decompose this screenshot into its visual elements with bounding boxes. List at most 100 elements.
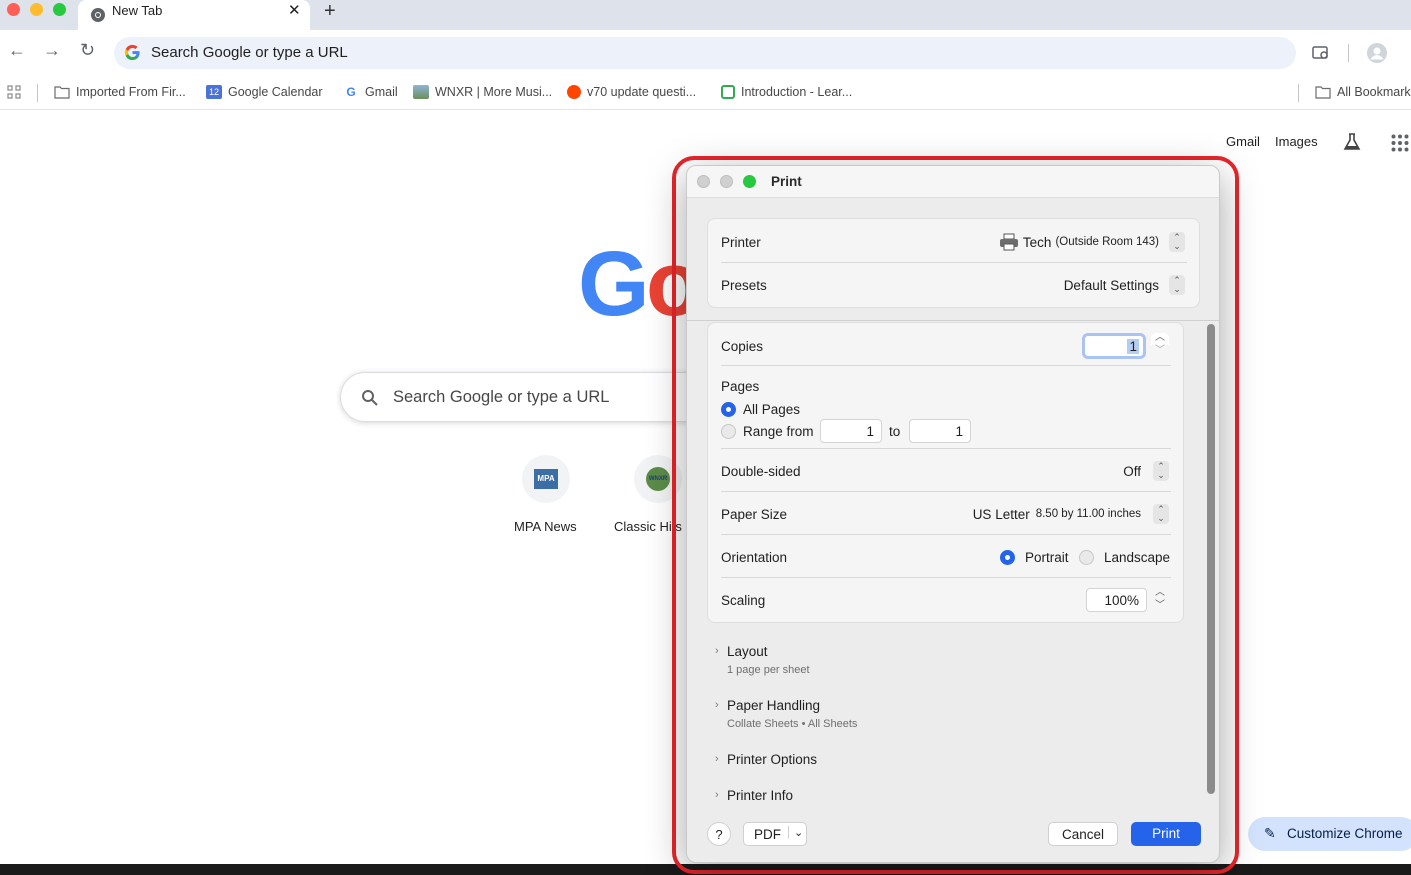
bookmark-imported[interactable]: Imported From Fir...	[54, 82, 186, 102]
print-dialog-title: Print	[771, 174, 802, 189]
divider	[721, 448, 1171, 449]
help-button[interactable]: ?	[707, 822, 731, 846]
pdf-menu-button[interactable]: PDF ⌄	[743, 822, 807, 846]
new-tab-button[interactable]: +	[324, 0, 336, 23]
landscape-label[interactable]: Landscape	[1104, 550, 1170, 565]
omnibox[interactable]: Search Google or type a URL	[114, 37, 1296, 69]
ntp-search-box[interactable]: Search Google or type a URL	[340, 372, 710, 422]
back-icon[interactable]: ←	[8, 40, 26, 61]
search-icon	[362, 390, 378, 406]
bookmarks-bar: Imported From Fir... 12 Google Calendar …	[0, 76, 1411, 110]
tab-new-tab[interactable]: New Tab ✕	[78, 0, 310, 30]
profile-avatar-icon[interactable]	[1366, 42, 1388, 64]
chevron-right-icon: ›	[715, 753, 719, 765]
tab-close-icon[interactable]: ✕	[288, 1, 301, 19]
reddit-icon	[567, 85, 581, 99]
bookmarks-divider	[37, 84, 38, 102]
copies-stepper[interactable]: ︿ ﹀	[1151, 333, 1169, 358]
bookmark-label: Gmail	[365, 85, 398, 99]
wnxr-icon	[413, 85, 429, 99]
all-pages-label[interactable]: All Pages	[743, 402, 800, 417]
copies-label: Copies	[721, 339, 764, 354]
scaling-field[interactable]: 100%	[1086, 588, 1147, 612]
google-apps-icon[interactable]	[1391, 134, 1409, 152]
zoom-window-button[interactable]	[53, 3, 66, 16]
stepper-down-icon[interactable]: ﹀	[1155, 601, 1165, 613]
reload-icon[interactable]: ↻	[80, 40, 95, 61]
mpa-icon: MPA	[534, 469, 558, 489]
chevron-updown-icon: ⌃ ⌄	[1153, 504, 1169, 524]
bookmark-label: Introduction - Lear...	[741, 85, 853, 99]
portrait-label[interactable]: Portrait	[1025, 550, 1069, 565]
bookmark-google-calendar[interactable]: 12 Google Calendar	[206, 82, 323, 102]
printer-select[interactable]: Tech (Outside Room 143) ⌃ ⌄	[999, 232, 1185, 252]
range-end-field[interactable]: 1	[909, 419, 971, 443]
settings-card: Copies 1 ︿ ﹀ Pages All Pages Range from …	[707, 322, 1184, 623]
toolbar-divider	[1348, 44, 1349, 62]
printer-icon	[999, 233, 1018, 251]
range-radio[interactable]	[721, 424, 736, 439]
customize-chrome-label: Customize Chrome	[1287, 826, 1403, 841]
divider	[721, 365, 1171, 366]
bookmark-wnxr[interactable]: WNXR | More Musi...	[413, 82, 552, 102]
dialog-scrollbar[interactable]	[1207, 324, 1215, 794]
bookmark-label: Imported From Fir...	[76, 85, 186, 99]
close-window-button[interactable]	[7, 3, 20, 16]
dialog-minimize-button[interactable]	[720, 175, 733, 188]
paper-size-label: Paper Size	[721, 507, 788, 522]
double-sided-select[interactable]: Off ⌃ ⌄	[1123, 461, 1169, 481]
gmail-link[interactable]: Gmail	[1226, 134, 1260, 149]
tab-search-icon[interactable]	[1312, 44, 1330, 62]
chevron-down-icon: ⌄	[788, 826, 803, 839]
stepper-up-icon[interactable]: ︿	[1155, 588, 1165, 600]
shortcut-mpa-news-tile[interactable]: MPA	[522, 455, 570, 503]
minimize-window-button[interactable]	[30, 3, 43, 16]
omnibox-text: Search Google or type a URL	[151, 44, 348, 61]
all-pages-radio[interactable]	[721, 402, 736, 417]
labs-flask-icon[interactable]	[1342, 132, 1362, 152]
shortcut-mpa-news-label[interactable]: MPA News	[514, 519, 577, 534]
chevron-right-icon: ›	[715, 645, 719, 657]
presets-label: Presets	[721, 278, 767, 293]
print-button[interactable]: Print	[1131, 822, 1201, 846]
stepper-down-icon[interactable]: ﹀	[1151, 346, 1169, 358]
double-sided-value: Off	[1123, 463, 1141, 479]
paper-size-select[interactable]: US Letter 8.50 by 11.00 inches ⌃ ⌄	[973, 504, 1169, 524]
range-from-label[interactable]: Range from	[743, 424, 814, 439]
bookmark-gmail[interactable]: G Gmail	[343, 82, 398, 102]
scaling-stepper[interactable]: ︿ ﹀	[1151, 588, 1169, 613]
divider	[721, 577, 1171, 578]
bookmark-label: WNXR | More Musi...	[435, 85, 553, 99]
chrome-icon	[91, 8, 105, 22]
tab-strip: New Tab ✕ +	[0, 0, 1411, 30]
section-subtitle: Collate Sheets • All Sheets	[727, 718, 858, 730]
dialog-zoom-button[interactable]	[743, 175, 756, 188]
chevron-right-icon: ›	[715, 699, 719, 711]
stepper-up-icon[interactable]: ︿	[1151, 333, 1169, 345]
range-start-field[interactable]: 1	[820, 419, 882, 443]
apps-grid-icon[interactable]	[7, 85, 21, 99]
paper-size-value: US Letter	[972, 506, 1030, 522]
divider	[721, 262, 1187, 263]
section-subtitle: 1 page per sheet	[727, 664, 810, 676]
paper-size-dims: 8.50 by 11.00 inches	[1035, 508, 1141, 520]
copies-value: 1	[1127, 339, 1139, 354]
double-sided-label: Double-sided	[721, 464, 801, 479]
bookmark-v70[interactable]: v70 update questi...	[567, 82, 696, 102]
bookmark-label: Google Calendar	[228, 85, 323, 99]
cancel-button[interactable]: Cancel	[1048, 822, 1118, 846]
dialog-close-button[interactable]	[697, 175, 710, 188]
divider	[721, 534, 1171, 535]
bookmark-introduction[interactable]: Introduction - Lear...	[721, 82, 852, 102]
presets-select[interactable]: Default Settings ⌃ ⌄	[1064, 275, 1185, 295]
section-title: Paper Handling	[727, 698, 821, 713]
section-title: Printer Info	[727, 788, 794, 803]
all-bookmarks[interactable]: All Bookmark	[1315, 82, 1411, 102]
chevron-updown-icon: ⌃ ⌄	[1169, 232, 1185, 252]
customize-chrome-button[interactable]: ✎ Customize Chrome	[1248, 817, 1411, 851]
portrait-radio[interactable]	[1000, 550, 1015, 565]
landscape-radio[interactable]	[1079, 550, 1094, 565]
images-link[interactable]: Images	[1275, 134, 1318, 149]
copies-field[interactable]: 1	[1082, 333, 1146, 359]
forward-icon[interactable]: →	[43, 40, 61, 61]
